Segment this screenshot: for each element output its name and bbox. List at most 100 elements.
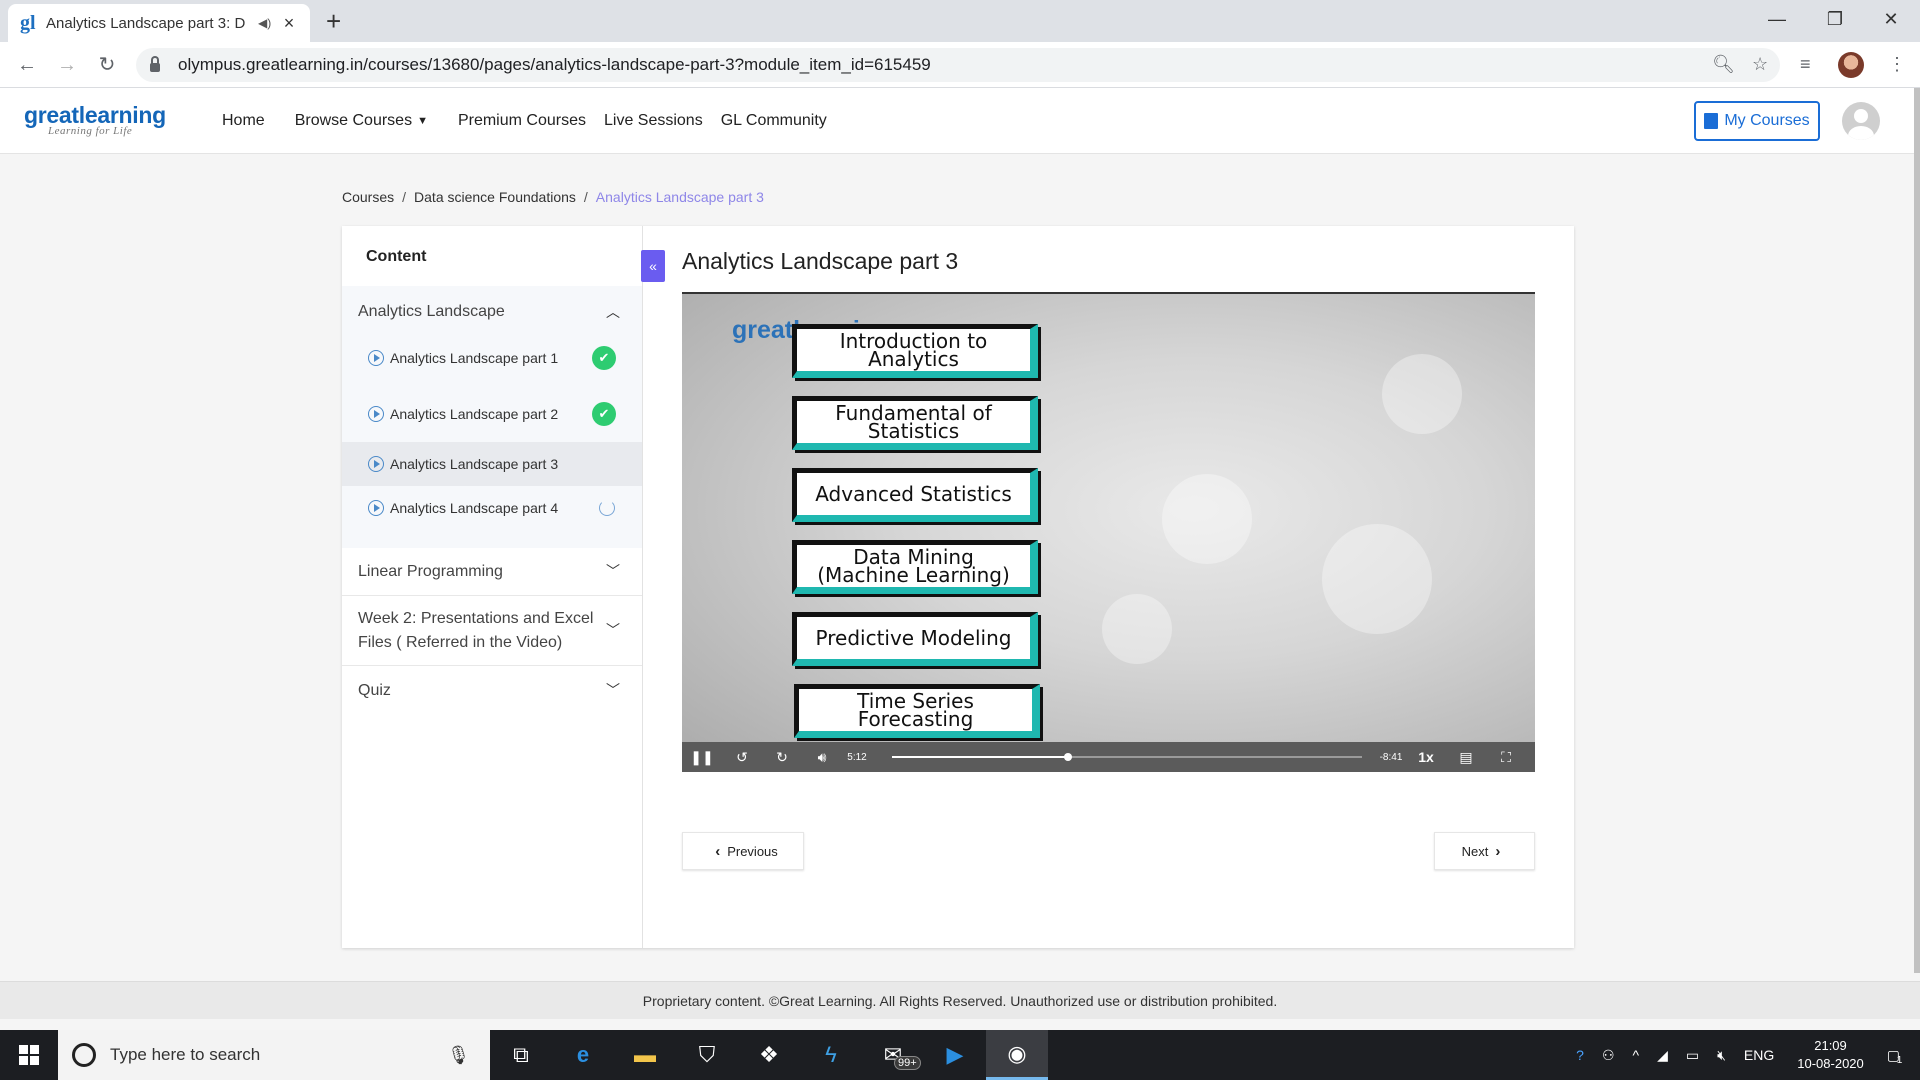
chevron-up-icon[interactable]: ︿	[606, 302, 620, 322]
close-tab-icon[interactable]: ×	[280, 13, 298, 34]
my-courses-button[interactable]: My Courses	[1694, 101, 1820, 141]
wifi-icon[interactable]: ◢	[1657, 1047, 1668, 1064]
video-bokeh	[1162, 474, 1252, 564]
video-bokeh	[1322, 524, 1432, 634]
breadcrumb-course[interactable]: Data science Foundations	[414, 189, 576, 205]
user-avatar[interactable]	[1842, 102, 1880, 140]
forward-icon[interactable]: →	[54, 52, 80, 78]
previous-button[interactable]: ‹ Previous	[682, 832, 804, 870]
minimize-icon[interactable]: —	[1748, 0, 1806, 38]
nav-browse-courses[interactable]: Browse Courses ▼	[295, 112, 428, 130]
task-view-icon[interactable]: ⧉	[490, 1030, 552, 1080]
slide-box: Time Series Forecasting	[794, 684, 1040, 738]
pause-icon[interactable]: ❚❚	[682, 749, 722, 766]
breadcrumb-current: Analytics Landscape part 3	[595, 189, 764, 205]
greatlearning-logo[interactable]: greatlearning Learning for Life	[24, 102, 166, 137]
browser-tab[interactable]: gl Analytics Landscape part 3: D ◀) ×	[8, 4, 310, 42]
app-icon[interactable]: ϟ	[800, 1030, 862, 1080]
lesson-item[interactable]: Analytics Landscape part 1 ✔	[342, 336, 642, 380]
close-window-icon[interactable]: ✕	[1862, 0, 1920, 38]
menu-dots-icon[interactable]: ⋮	[1888, 54, 1906, 75]
module-title-line2: Files ( Referred in the Video)	[358, 634, 563, 651]
cortana-icon	[72, 1043, 96, 1067]
tab-title: Analytics Landscape part 3: D	[46, 14, 246, 32]
next-button[interactable]: Next ›	[1434, 832, 1535, 870]
collapse-sidebar-button[interactable]: «	[641, 250, 665, 282]
module-linear-programming[interactable]: Linear Programming ﹀	[342, 548, 642, 596]
people-icon[interactable]: ⚇	[1602, 1047, 1615, 1064]
page-footer: Proprietary content. ©Great Learning. Al…	[0, 981, 1920, 1019]
video-bokeh	[1382, 354, 1462, 434]
nav-live-sessions[interactable]: Live Sessions	[604, 112, 703, 130]
slide-box: Fundamental of Statistics	[792, 396, 1038, 450]
nav-gl-community[interactable]: GL Community	[721, 112, 827, 130]
taskbar-search[interactable]: Type here to search 🎙︎	[58, 1030, 490, 1080]
system-tray: ? ⚇ ^ ◢ ▭ 🔇︎ ENG 21:09 10-08-2020 ▢ 1	[1567, 1030, 1920, 1080]
slide-line: (Machine Learning)	[817, 563, 1010, 587]
media-control-icon[interactable]: ≡	[1800, 54, 1811, 75]
captions-icon[interactable]: ▤	[1446, 749, 1486, 766]
notification-count: 1	[1896, 1054, 1903, 1066]
lesson-item[interactable]: Analytics Landscape part 4	[342, 486, 642, 530]
breadcrumb-courses[interactable]: Courses	[342, 189, 394, 205]
lesson-item[interactable]: Analytics Landscape part 2 ✔	[342, 392, 642, 436]
lesson-item-active[interactable]: Analytics Landscape part 3	[342, 442, 642, 486]
forward-icon[interactable]: ↻	[762, 749, 802, 766]
lesson-title: Analytics Landscape part 3	[682, 248, 959, 274]
module-week-2[interactable]: Week 2: Presentations and Excel Files ( …	[342, 596, 642, 666]
site-nav: Home Browse Courses ▼ Premium Courses Li…	[222, 112, 857, 130]
lock-icon[interactable]	[150, 56, 160, 72]
breadcrumb-separator: /	[583, 189, 588, 205]
module-title[interactable]: Analytics Landscape	[358, 300, 505, 324]
module-title-line1: Week 2: Presentations and Excel	[358, 610, 594, 627]
module-title: Quiz	[358, 682, 391, 699]
browser-profile-avatar[interactable]	[1838, 52, 1864, 78]
zoom-icon[interactable]: 🔍︎	[1712, 54, 1735, 75]
nav-premium-courses[interactable]: Premium Courses	[458, 112, 586, 130]
video-player[interactable]: greatlearning Introduction to Analytics …	[682, 292, 1535, 772]
taskbar-clock[interactable]: 21:09 10-08-2020	[1797, 1037, 1864, 1073]
chrome-icon[interactable]: ◉	[986, 1030, 1048, 1080]
reload-icon[interactable]: ↻	[94, 52, 120, 78]
clock-date: 10-08-2020	[1797, 1056, 1864, 1071]
new-tab-icon[interactable]: +	[326, 6, 341, 37]
page-scrollbar[interactable]	[1914, 88, 1920, 973]
restore-icon[interactable]: ❐	[1806, 0, 1864, 38]
volume-icon[interactable]: 🔊︎	[802, 749, 842, 766]
breadcrumb-separator: /	[402, 189, 407, 205]
video-controls: ❚❚ ↺ ↻ 🔊︎ 5:12 -8:41 1x ▤ ⛶	[682, 742, 1535, 772]
windows-start-button[interactable]	[0, 1030, 58, 1080]
file-explorer-icon[interactable]: ▬	[614, 1030, 676, 1080]
audio-playing-icon[interactable]: ◀)	[258, 16, 280, 30]
language-indicator[interactable]: ENG	[1744, 1047, 1774, 1063]
battery-icon[interactable]: ▭	[1686, 1047, 1699, 1064]
notifications-icon[interactable]: ▢ 1	[1887, 1047, 1903, 1066]
playback-speed[interactable]: 1x	[1406, 749, 1446, 765]
dropbox-icon[interactable]: ❖	[738, 1030, 800, 1080]
volume-mute-icon[interactable]: 🔇︎	[1717, 1047, 1726, 1064]
seekbar-handle[interactable]	[1064, 753, 1073, 761]
module-quiz[interactable]: Quiz ﹀	[342, 666, 642, 716]
slide-box: Introduction to Analytics	[792, 324, 1038, 378]
browser-tabstrip: gl Analytics Landscape part 3: D ◀) × + …	[0, 0, 1920, 42]
site-header: greatlearning Learning for Life Home Bro…	[0, 88, 1920, 154]
edge-icon[interactable]: e	[552, 1030, 614, 1080]
nav-home[interactable]: Home	[222, 112, 265, 130]
help-icon[interactable]: ?	[1576, 1047, 1584, 1063]
bookmark-star-icon[interactable]: ☆	[1752, 54, 1768, 75]
rewind-icon[interactable]: ↺	[722, 749, 762, 766]
mail-icon[interactable]: ✉ 99+	[862, 1030, 924, 1080]
chevron-down-icon: ﹀	[606, 682, 620, 698]
video-bokeh	[1102, 594, 1172, 664]
powershell-icon[interactable]: ▶	[924, 1030, 986, 1080]
address-bar[interactable]: olympus.greatlearning.in/courses/13680/p…	[136, 48, 1780, 82]
microphone-icon[interactable]: 🎙︎	[447, 1045, 470, 1066]
chevron-up-icon[interactable]: ^	[1633, 1047, 1640, 1063]
video-seekbar[interactable]	[892, 753, 1362, 761]
back-icon[interactable]: ←	[14, 52, 40, 78]
lesson-label: Analytics Landscape part 2	[390, 406, 559, 422]
url-text: olympus.greatlearning.in/courses/13680/p…	[178, 55, 931, 74]
book-icon	[1704, 113, 1719, 129]
fullscreen-icon[interactable]: ⛶	[1486, 749, 1526, 766]
store-icon[interactable]: ⛉	[676, 1030, 738, 1080]
